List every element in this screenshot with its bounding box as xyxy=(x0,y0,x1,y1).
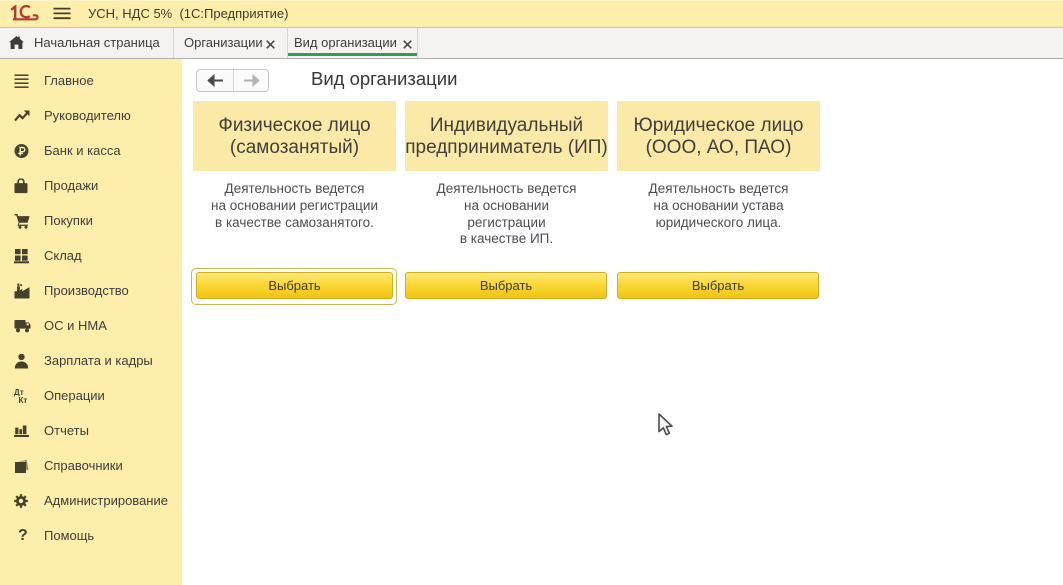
svg-text:Кт: Кт xyxy=(19,396,28,405)
